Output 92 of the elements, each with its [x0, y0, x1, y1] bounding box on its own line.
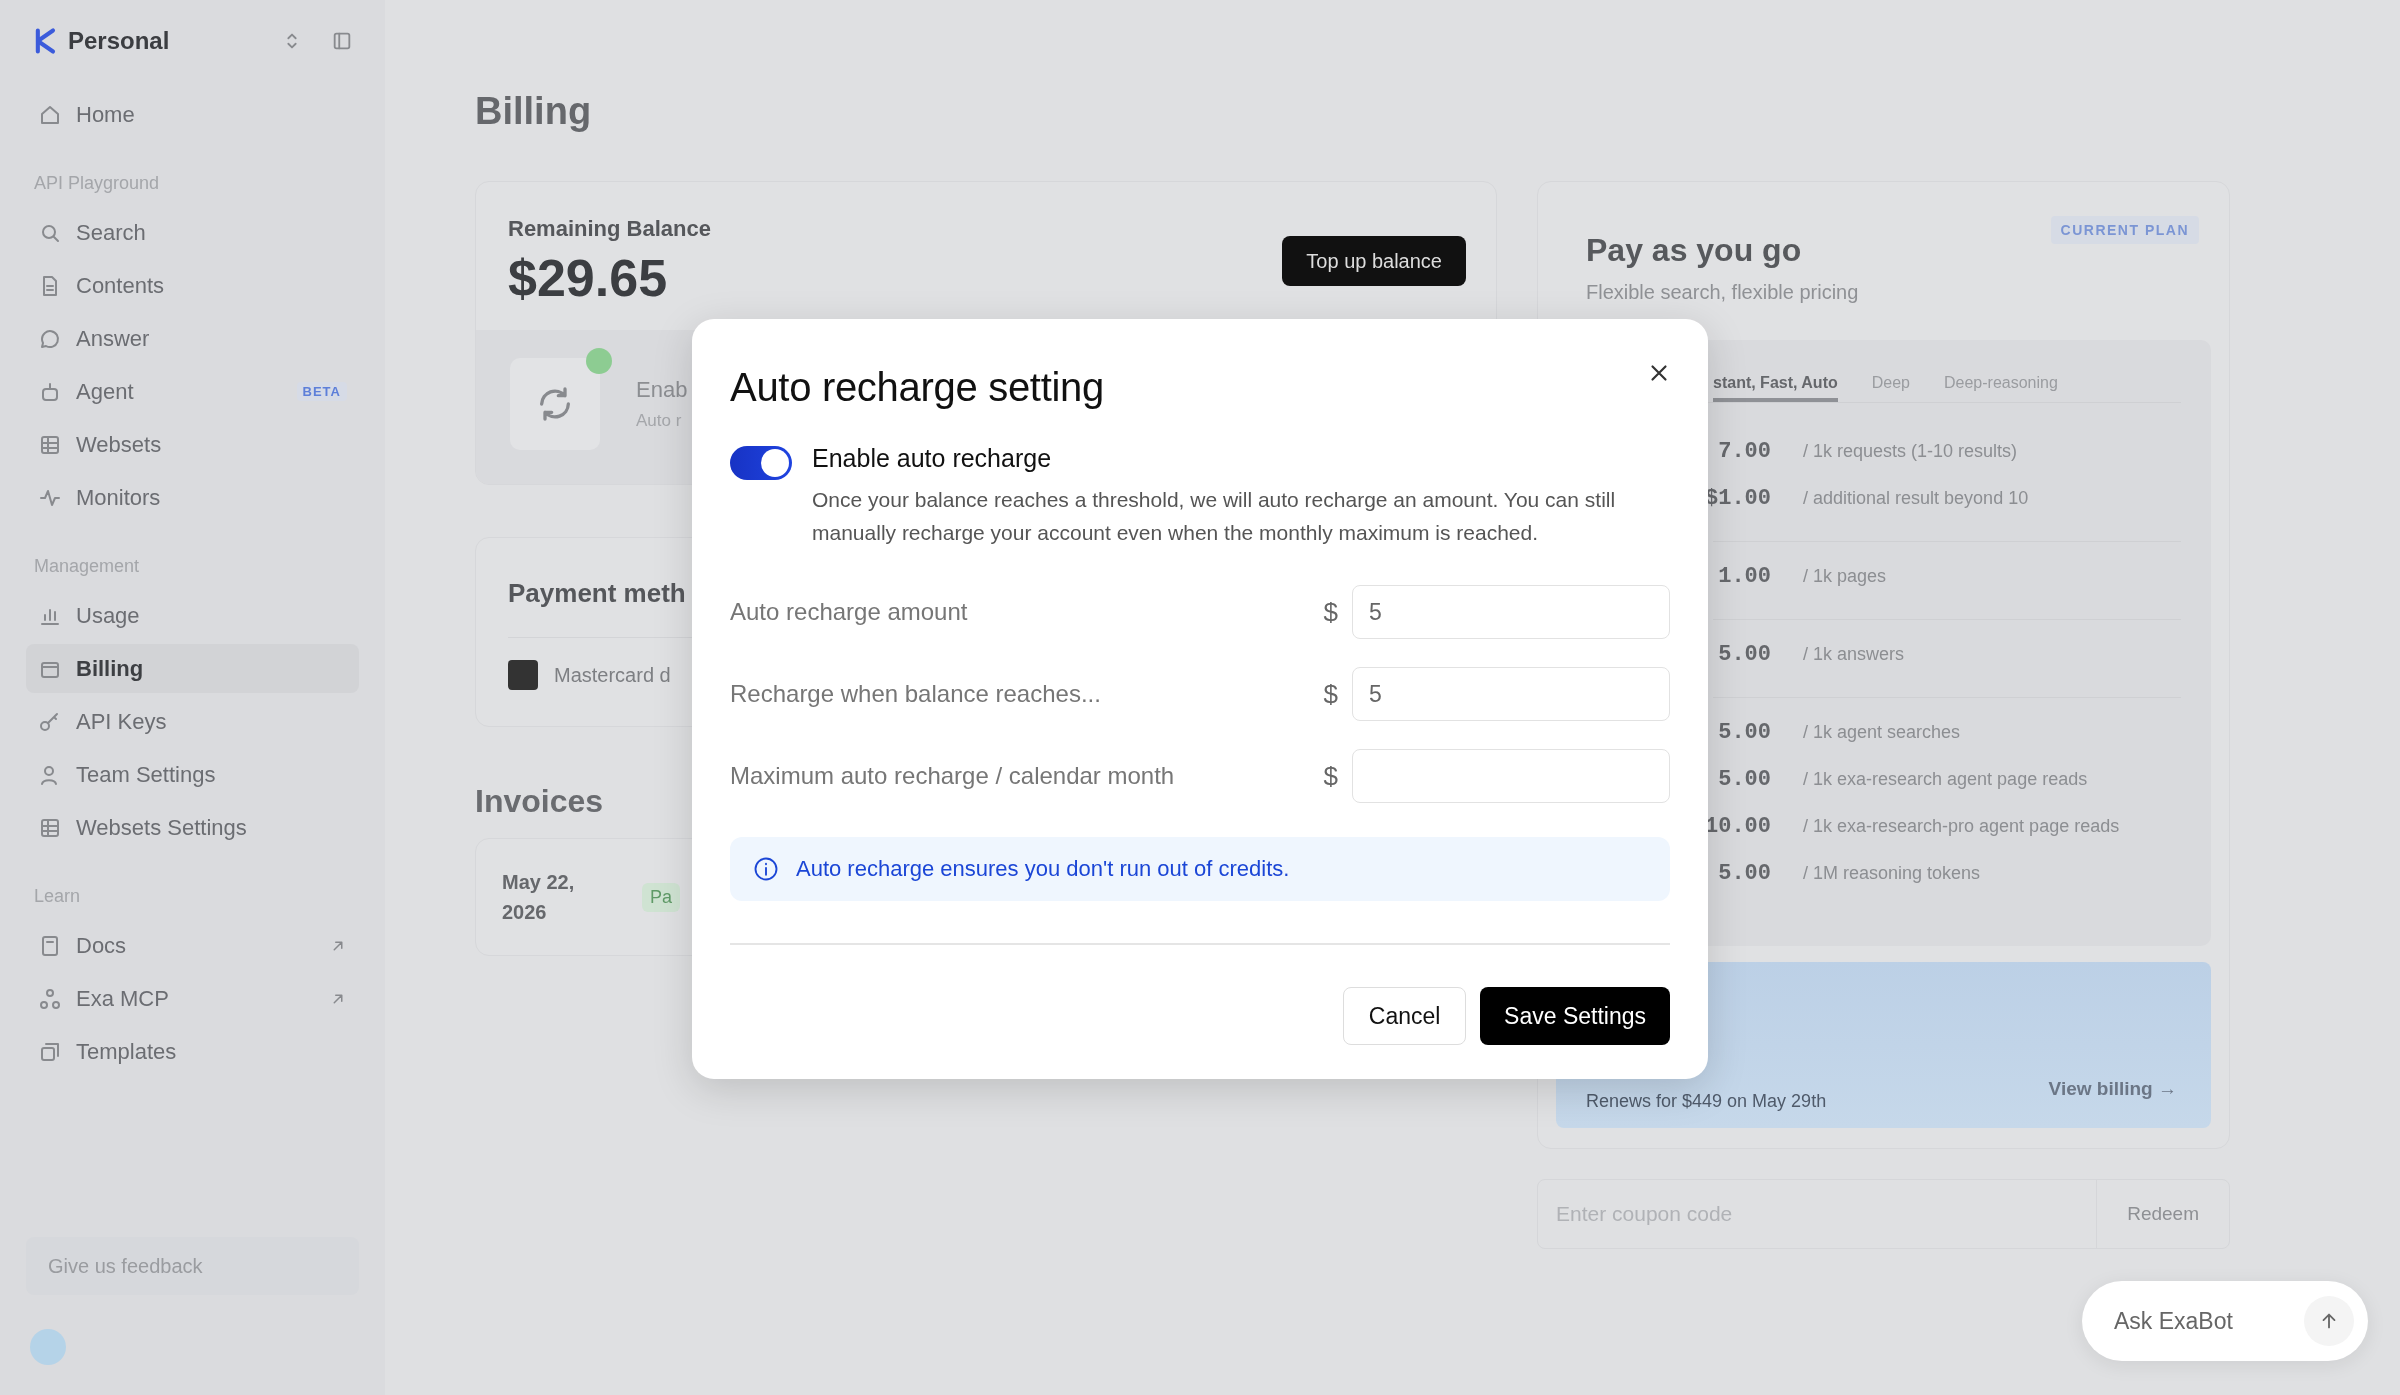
- status-badge: Pa: [642, 882, 681, 912]
- field-label: Recharge when balance reaches...: [730, 680, 1102, 708]
- toggle-switch[interactable]: [730, 446, 792, 480]
- description-text: Once your balance reaches a threshold, we will auto recharge an amount. You can still manually recharge your account even when the monthly maximum is reached.: [812, 487, 1617, 546]
- sidebar-item[interactable]: Docs: [26, 921, 359, 970]
- sidebar-item[interactable]: API Keys: [26, 697, 359, 746]
- dialog-title: Auto recharge setting: [730, 365, 1104, 410]
- cancel-button[interactable]: Cancel: [1343, 987, 1467, 1045]
- item-label: Monitors: [76, 484, 161, 511]
- sidebar-item[interactable]: Answer: [26, 314, 359, 363]
- status-dot: [586, 348, 612, 374]
- send-button[interactable]: [2304, 1296, 2354, 1346]
- price: 5.00: [1718, 767, 1771, 792]
- balance-amount: $29.65: [508, 248, 669, 308]
- price-unit: / 1k exa-research agent page reads: [1803, 769, 2088, 790]
- card-name: Mastercard d: [554, 663, 671, 687]
- price: 5.00: [1718, 720, 1771, 745]
- balance-label: Remaining Balance: [508, 216, 711, 242]
- nodes-icon: [38, 986, 62, 1011]
- item-label: Usage: [76, 602, 140, 629]
- sidebar-item[interactable]: Team Settings: [26, 750, 359, 799]
- pricing-tab[interactable]: Deep: [1871, 368, 1910, 402]
- recharge-title: Enab: [636, 377, 688, 403]
- price-unit: / 1k agent searches: [1803, 722, 1961, 743]
- feedback-button[interactable]: Give us feedback: [26, 1237, 359, 1295]
- item-label: API Keys: [76, 708, 167, 735]
- amount-input[interactable]: 5: [1352, 667, 1670, 721]
- currency-symbol: $: [1323, 596, 1338, 628]
- sidebar-item[interactable]: Agent BETA: [26, 367, 359, 416]
- price: 5.00: [1718, 861, 1771, 886]
- amount-input[interactable]: 5: [1352, 585, 1670, 639]
- price: 7.00: [1718, 439, 1771, 464]
- item-label: Exa MCP: [76, 985, 169, 1012]
- redeem-button[interactable]: Redeem: [2096, 1180, 2229, 1248]
- item-label: Answer: [76, 325, 150, 352]
- price-unit: / 1k requests (1-10 results): [1803, 441, 2018, 462]
- sidebar-item[interactable]: Templates: [26, 1027, 359, 1076]
- currency-symbol: $: [1323, 760, 1338, 792]
- workspace-name[interactable]: Personal: [68, 27, 170, 55]
- sidebar-panel-icon: [331, 30, 353, 52]
- top-up-button[interactable]: Top up balance: [1282, 236, 1466, 286]
- pricing-tab[interactable]: stant, Fast, Auto: [1713, 368, 1838, 402]
- price-unit: / 1k pages: [1803, 566, 1887, 587]
- info-text: Auto recharge ensures you don't run out of credits.: [796, 856, 1290, 882]
- sidebar-item[interactable]: Exa MCP: [26, 974, 359, 1023]
- item-label: Search: [76, 219, 146, 246]
- pricing-tab[interactable]: Deep-reasoning: [1944, 368, 2058, 402]
- field-label: Maximum auto recharge / calendar month: [730, 762, 1176, 790]
- price-unit: / 1k answers: [1803, 644, 1905, 665]
- plan-title: Pay as you go: [1586, 232, 1803, 269]
- item-label: Billing: [76, 655, 144, 682]
- price: 1.00: [1718, 564, 1771, 589]
- item-label: Team Settings: [76, 761, 216, 788]
- item-label: Websets Settings: [76, 814, 247, 841]
- current-plan-badge: CURRENT PLAN: [2050, 216, 2199, 244]
- item-label: Websets: [76, 431, 162, 458]
- currency-symbol: $: [1323, 678, 1338, 710]
- item-label: Docs: [76, 932, 127, 959]
- price-unit: / 1M reasoning tokens: [1803, 863, 1981, 884]
- save-button[interactable]: Save Settings: [1480, 987, 1670, 1045]
- sidebar-item[interactable]: Usage: [26, 591, 359, 640]
- plan-subtitle: Flexible search, flexible pricing: [1586, 281, 1859, 304]
- invoice-date: May 22, 2026: [502, 870, 576, 925]
- toggle-label: Enable auto recharge: [812, 444, 1053, 473]
- field-label: Auto recharge amount: [730, 598, 969, 626]
- price: 5.00: [1718, 642, 1771, 667]
- view-billing-link[interactable]: View billing →: [2048, 1078, 2177, 1100]
- price-unit: / 1k exa-research-pro agent page reads: [1803, 816, 2120, 837]
- item-label: Templates: [76, 1038, 177, 1065]
- sidebar-item[interactable]: Contents: [26, 261, 359, 310]
- beta-badge: BETA: [296, 382, 347, 401]
- sidebar-item[interactable]: Websets Settings: [26, 803, 359, 852]
- avatar-circle[interactable]: [30, 1329, 66, 1365]
- info-icon: [752, 855, 780, 883]
- chat-placeholder: Ask ExaBot: [2114, 1307, 2233, 1335]
- sidebar-item[interactable]: Home: [26, 90, 359, 139]
- sidebar-item[interactable]: Websets: [26, 420, 359, 469]
- item-label: Home: [76, 101, 135, 128]
- section-title: Invoices: [475, 783, 605, 820]
- item-label: Agent: [76, 378, 134, 405]
- sidebar-item[interactable]: Billing: [26, 644, 359, 693]
- card-brand-icon: [508, 660, 538, 690]
- amount-input[interactable]: [1352, 749, 1670, 803]
- item-label: Contents: [76, 272, 165, 299]
- sidebar-item[interactable]: Search: [26, 208, 359, 257]
- page-title: Billing: [475, 90, 593, 133]
- price: $1.00: [1705, 486, 1771, 511]
- renewal-text: Renews for $449 on May 29th: [1586, 1091, 1827, 1112]
- price: 10.00: [1705, 814, 1771, 839]
- price-unit: / additional result beyond 10: [1803, 488, 2029, 509]
- chat-input[interactable]: Ask ExaBot: [2082, 1281, 2368, 1361]
- sidebar-item[interactable]: Monitors: [26, 473, 359, 522]
